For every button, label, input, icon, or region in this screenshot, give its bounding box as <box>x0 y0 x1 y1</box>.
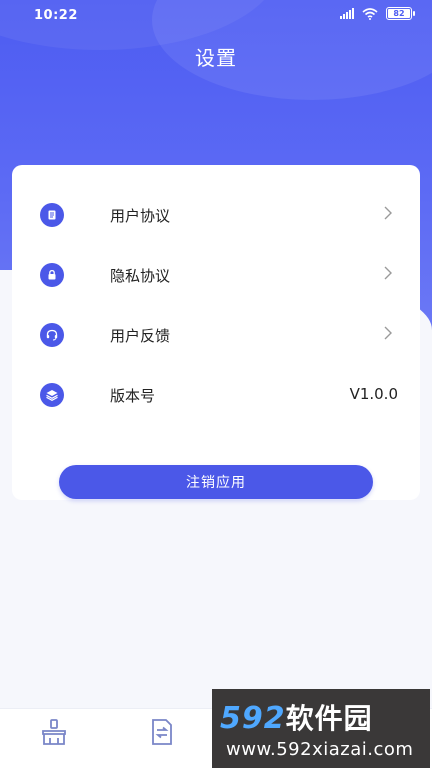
layers-icon <box>40 383 64 407</box>
menu-item-user-feedback[interactable]: 用户反馈 <box>12 305 420 365</box>
tab-clean[interactable] <box>39 717 69 747</box>
site-watermark: 592软件园 www.592xiazai.com <box>212 689 430 768</box>
watermark-brand: 592软件园 <box>220 697 373 737</box>
wifi-icon <box>362 7 378 20</box>
watermark-number: 592 <box>220 701 286 736</box>
chevron-right-icon <box>384 326 392 340</box>
menu-item-user-agreement[interactable]: 用户协议 <box>12 185 420 245</box>
menu-item-label: 用户协议 <box>110 207 171 225</box>
page-title: 设置 <box>195 46 237 70</box>
chevron-right-icon <box>384 266 392 280</box>
status-time: 10:22 <box>34 8 78 23</box>
document-icon <box>40 203 64 227</box>
headset-icon <box>40 323 64 347</box>
chevron-right-icon <box>384 206 392 220</box>
signal-icon <box>340 8 354 19</box>
battery-level: 82 <box>393 9 405 18</box>
logout-button[interactable]: 注销应用 <box>59 465 373 499</box>
menu-item-version: 版本号 V1.0.0 <box>12 365 420 425</box>
tab-convert[interactable] <box>147 717 177 747</box>
menu-item-privacy-agreement[interactable]: 隐私协议 <box>12 245 420 305</box>
lock-icon <box>40 263 64 287</box>
version-value: V1.0.0 <box>349 385 398 403</box>
menu-item-label: 版本号 <box>110 387 156 405</box>
menu-item-label: 隐私协议 <box>110 267 171 285</box>
battery-icon: 82 <box>386 7 415 20</box>
status-bar: 10:22 82 <box>0 0 432 30</box>
doc-convert-icon <box>152 719 172 745</box>
watermark-text: 软件园 <box>285 702 373 735</box>
brush-icon <box>42 719 66 745</box>
menu-item-label: 用户反馈 <box>110 327 171 345</box>
watermark-url: www.592xiazai.com <box>226 739 414 760</box>
settings-card: 用户协议 隐私协议 用户反馈 版本号 V1.0.0 <box>12 165 420 500</box>
status-icons: 82 <box>340 7 415 20</box>
